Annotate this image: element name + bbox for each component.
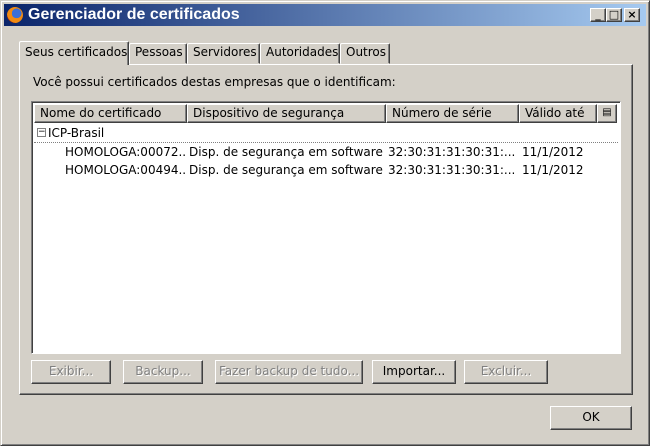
group-label: ICP-Brasil [48, 126, 105, 140]
column-header-serial[interactable]: Número de série [386, 104, 519, 123]
minimize-button[interactable]: _ [590, 8, 606, 22]
column-header-valid[interactable]: Válido até [519, 104, 597, 123]
column-picker-icon[interactable]: ▤ [597, 104, 617, 123]
cert-valid: 11/1/2012 [522, 145, 584, 159]
tree-group-row[interactable]: − ICP-Brasil [34, 124, 618, 143]
ok-button[interactable]: OK [550, 406, 632, 430]
firefox-icon [7, 7, 23, 23]
cert-device: Disp. de segurança em software [189, 145, 383, 159]
delete-button[interactable]: Excluir... [464, 360, 548, 384]
table-row[interactable]: HOMOLOGA:00494... Disp. de segurança em … [34, 161, 618, 179]
tab-your-certificates[interactable]: Seus certificados [19, 41, 129, 65]
cert-serial: 32:30:31:31:30:31:... [388, 163, 516, 177]
import-button[interactable]: Importar... [372, 360, 456, 384]
maximize-button[interactable]: □ [606, 8, 622, 22]
collapse-icon[interactable]: − [37, 128, 46, 137]
column-header-name[interactable]: Nome do certificado [34, 104, 187, 123]
certificate-tree[interactable]: Nome do certificado Dispositivo de segur… [31, 101, 621, 354]
cert-serial: 32:30:31:31:30:31:... [388, 145, 516, 159]
certificate-manager-window: Gerenciador de certificados _ □ × Seus c… [0, 0, 650, 446]
column-header-device[interactable]: Dispositivo de segurança [187, 104, 386, 123]
backup-button[interactable]: Backup... [123, 360, 203, 384]
table-row[interactable]: HOMOLOGA:00072... Disp. de segurança em … [34, 143, 618, 161]
window-title: Gerenciador de certificados [28, 6, 240, 23]
cert-name: HOMOLOGA:00072... [65, 145, 185, 159]
title-bar[interactable]: Gerenciador de certificados _ □ × [4, 4, 646, 26]
tab-people[interactable]: Pessoas [129, 43, 187, 64]
tab-panel: Você possui certificados destas empresas… [19, 64, 633, 395]
intro-text: Você possui certificados destas empresas… [33, 75, 396, 89]
tab-servers[interactable]: Servidores [187, 43, 260, 64]
cert-device: Disp. de segurança em software [189, 163, 383, 177]
tab-authorities[interactable]: Autoridades [260, 43, 340, 64]
cert-valid: 11/1/2012 [522, 163, 584, 177]
backup-all-button[interactable]: Fazer backup de tudo... [215, 360, 363, 384]
tab-others[interactable]: Outros [340, 43, 390, 64]
close-button[interactable]: × [624, 8, 640, 22]
cert-name: HOMOLOGA:00494... [65, 163, 185, 177]
view-button[interactable]: Exibir... [31, 360, 111, 384]
